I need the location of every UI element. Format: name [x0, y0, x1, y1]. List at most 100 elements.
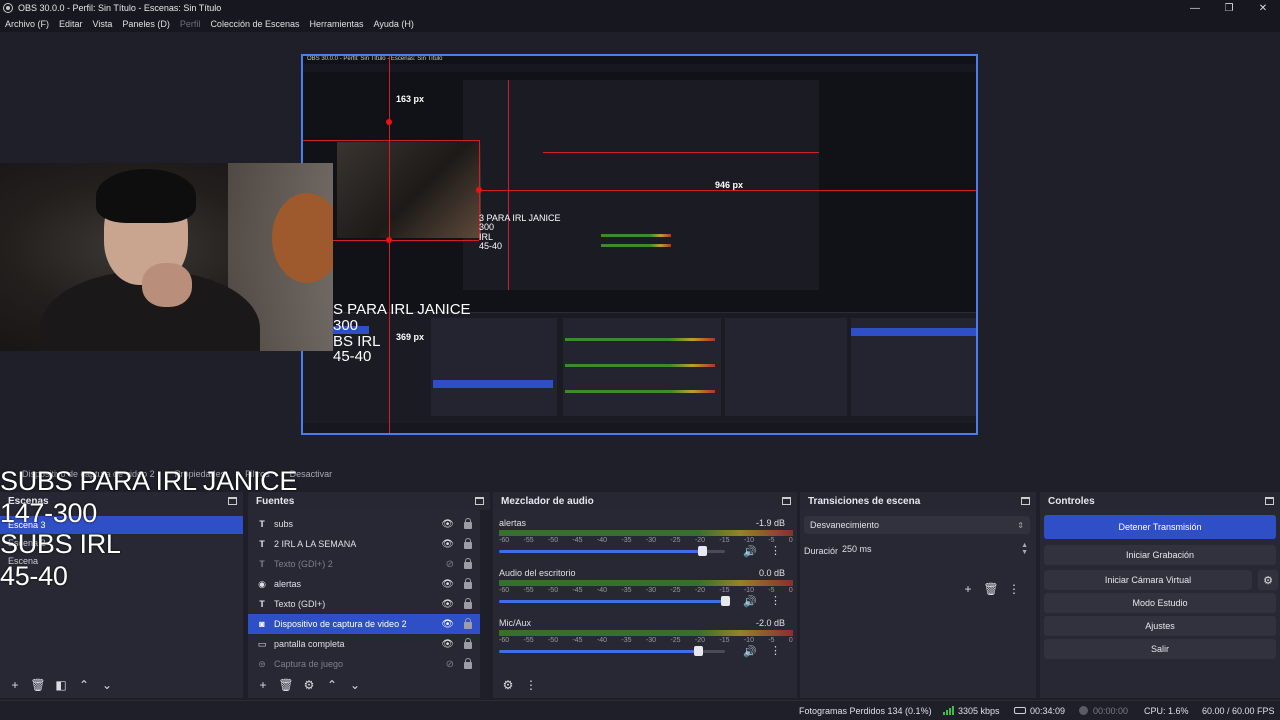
- spin-arrows-icon[interactable]: ▲ ▼: [1021, 542, 1028, 556]
- minimize-button[interactable]: —: [1178, 0, 1212, 16]
- menu-paneles[interactable]: Paneles (D): [122, 19, 170, 29]
- preview-area[interactable]: OBS 30.0.0 - Perfil: Sin Título - Escena…: [0, 32, 1280, 460]
- kebab-menu-icon[interactable]: ⋮: [770, 644, 781, 657]
- add-scene-button[interactable]: +: [6, 676, 24, 694]
- visibility-hidden-icon[interactable]: ⊘: [446, 559, 454, 570]
- preview-canvas[interactable]: OBS 30.0.0 - Perfil: Sin Título - Escena…: [301, 54, 978, 435]
- source-item[interactable]: 𝐓 Texto (GDI+) 2 ⊘: [248, 554, 480, 574]
- volume-slider-fill[interactable]: [499, 550, 702, 553]
- menu-vista[interactable]: Vista: [93, 19, 113, 29]
- volume-slider-handle[interactable]: [698, 546, 707, 556]
- studio-mode-button[interactable]: Modo Estudio: [1044, 593, 1276, 613]
- menu-ayuda[interactable]: Ayuda (H): [374, 19, 414, 29]
- filters-icon[interactable]: ◧: [52, 676, 70, 694]
- add-source-button[interactable]: +: [254, 676, 272, 694]
- close-button[interactable]: ✕: [1246, 0, 1280, 16]
- source-item[interactable]: ⊜ Captura de juego ⊘: [248, 654, 480, 674]
- webcam-source[interactable]: [0, 163, 333, 351]
- visibility-eye-icon[interactable]: 👁: [441, 579, 454, 590]
- transition-select-value: Desvanecimiento: [810, 520, 880, 530]
- handle-dot[interactable]: [386, 119, 392, 125]
- visibility-eye-icon[interactable]: 👁: [441, 619, 454, 630]
- transition-select[interactable]: Desvanecimiento ⇕: [804, 516, 1030, 534]
- start-recording-button[interactable]: Iniciar Grabación: [1044, 545, 1276, 565]
- volume-slider-fill[interactable]: [499, 600, 725, 603]
- remove-transition-button[interactable]: 🗑: [982, 580, 1000, 598]
- menu-perfil[interactable]: Perfil: [180, 19, 201, 29]
- source-item[interactable]: 𝐓 2 IRL A LA SEMANA 👁: [248, 534, 480, 554]
- visibility-eye-icon[interactable]: 👁: [441, 519, 454, 530]
- move-down-icon[interactable]: ⌄: [98, 676, 116, 694]
- speaker-icon[interactable]: 🔊: [743, 645, 757, 658]
- stop-streaming-button[interactable]: Detener Transmisión: [1044, 515, 1276, 539]
- gear-icon[interactable]: ⚙: [300, 676, 318, 694]
- status-bar: Fotogramas Perdidos 134 (0.1%) 3305 kbps…: [0, 700, 1280, 720]
- source-label: alertas: [274, 579, 302, 589]
- volume-slider-fill[interactable]: [499, 650, 698, 653]
- lock-icon[interactable]: [464, 658, 472, 669]
- kebab-menu-icon[interactable]: ⋮: [770, 544, 781, 557]
- dropped-frames: Fotogramas Perdidos 134 (0.1%): [799, 706, 932, 716]
- duration-input[interactable]: 250 ms ▲ ▼: [838, 540, 1030, 558]
- add-transition-button[interactable]: +: [959, 580, 977, 598]
- menu-coleccion-escenas[interactable]: Colección de Escenas: [210, 19, 299, 29]
- source-item[interactable]: 𝐓 Texto (GDI+) 👁: [248, 594, 480, 614]
- volume-slider-handle[interactable]: [721, 596, 730, 606]
- kebab-menu-icon[interactable]: ⋮: [770, 594, 781, 607]
- handle-dot[interactable]: [386, 237, 392, 243]
- source-item[interactable]: ◉ alertas 👁: [248, 574, 480, 594]
- lock-icon[interactable]: [464, 618, 472, 629]
- exit-button[interactable]: Salir: [1044, 639, 1276, 659]
- nested-mixer-panel: [563, 318, 721, 416]
- window-titlebar: OBS 30.0.0 - Perfil: Sin Título - Escena…: [0, 0, 1280, 16]
- speaker-icon[interactable]: 🔊: [743, 545, 757, 558]
- lock-icon[interactable]: [464, 578, 472, 589]
- speaker-icon[interactable]: 🔊: [743, 595, 757, 608]
- remove-source-button[interactable]: 🗑: [277, 676, 295, 694]
- kebab-menu-icon[interactable]: ⋮: [1005, 580, 1023, 598]
- undock-icon[interactable]: [475, 497, 484, 505]
- scale-tick: -25: [670, 537, 681, 544]
- remove-scene-button[interactable]: 🗑: [29, 676, 47, 694]
- maximize-button[interactable]: ❐: [1212, 0, 1246, 16]
- move-up-icon[interactable]: ⌃: [75, 676, 93, 694]
- settings-button[interactable]: Ajustes: [1044, 616, 1276, 636]
- visibility-eye-icon[interactable]: 👁: [441, 539, 454, 550]
- text-icon: 𝐓: [259, 598, 265, 609]
- start-virtual-camera-button[interactable]: Iniciar Cámara Virtual: [1044, 570, 1252, 590]
- nested-window-title: OBS 30.0.0 - Perfil: Sin Título - Escena…: [307, 56, 443, 62]
- handle-dot[interactable]: [476, 187, 482, 193]
- volume-slider-handle[interactable]: [694, 646, 703, 656]
- source-item[interactable]: 𝐓 subs 👁: [248, 514, 480, 534]
- guide-line: [508, 80, 509, 290]
- visibility-eye-icon[interactable]: 👁: [441, 599, 454, 610]
- lock-icon[interactable]: [464, 558, 472, 569]
- lock-icon[interactable]: [464, 538, 472, 549]
- channel-name: Audio del escritorio: [499, 568, 576, 578]
- lock-icon[interactable]: [464, 638, 472, 649]
- record-time: 00:00:00: [1093, 706, 1129, 716]
- visibility-eye-icon[interactable]: 👁: [441, 639, 454, 650]
- kebab-menu-icon[interactable]: ⋮: [522, 676, 540, 694]
- undock-icon[interactable]: [782, 497, 791, 505]
- scale-tick: -45: [572, 537, 583, 544]
- channel-db: -1.9 dB: [755, 518, 785, 528]
- source-label: subs: [274, 519, 294, 529]
- menu-editar[interactable]: Editar: [59, 19, 83, 29]
- menu-archivo[interactable]: Archivo (F): [5, 19, 49, 29]
- source-item[interactable]: ▭ pantalla completa 👁: [248, 634, 480, 654]
- virtual-camera-gear-icon[interactable]: ⚙: [1258, 570, 1278, 590]
- lock-icon[interactable]: [464, 598, 472, 609]
- move-down-icon[interactable]: ⌄: [346, 676, 364, 694]
- nested-overlay-line: 45-40: [479, 241, 503, 252]
- undock-icon[interactable]: [1021, 497, 1030, 505]
- visibility-hidden-icon[interactable]: ⊘: [446, 659, 454, 670]
- menu-herramientas[interactable]: Herramientas: [310, 19, 364, 29]
- signal-bars-icon: [943, 706, 954, 715]
- lock-icon[interactable]: [464, 518, 472, 529]
- undock-icon[interactable]: [1265, 497, 1274, 505]
- move-up-icon[interactable]: ⌃: [323, 676, 341, 694]
- source-item-selected[interactable]: ◙ Dispositivo de captura de video 2 👁: [248, 614, 480, 634]
- source-label: Texto (GDI+): [274, 599, 326, 609]
- advanced-audio-icon[interactable]: ⚙: [499, 676, 517, 694]
